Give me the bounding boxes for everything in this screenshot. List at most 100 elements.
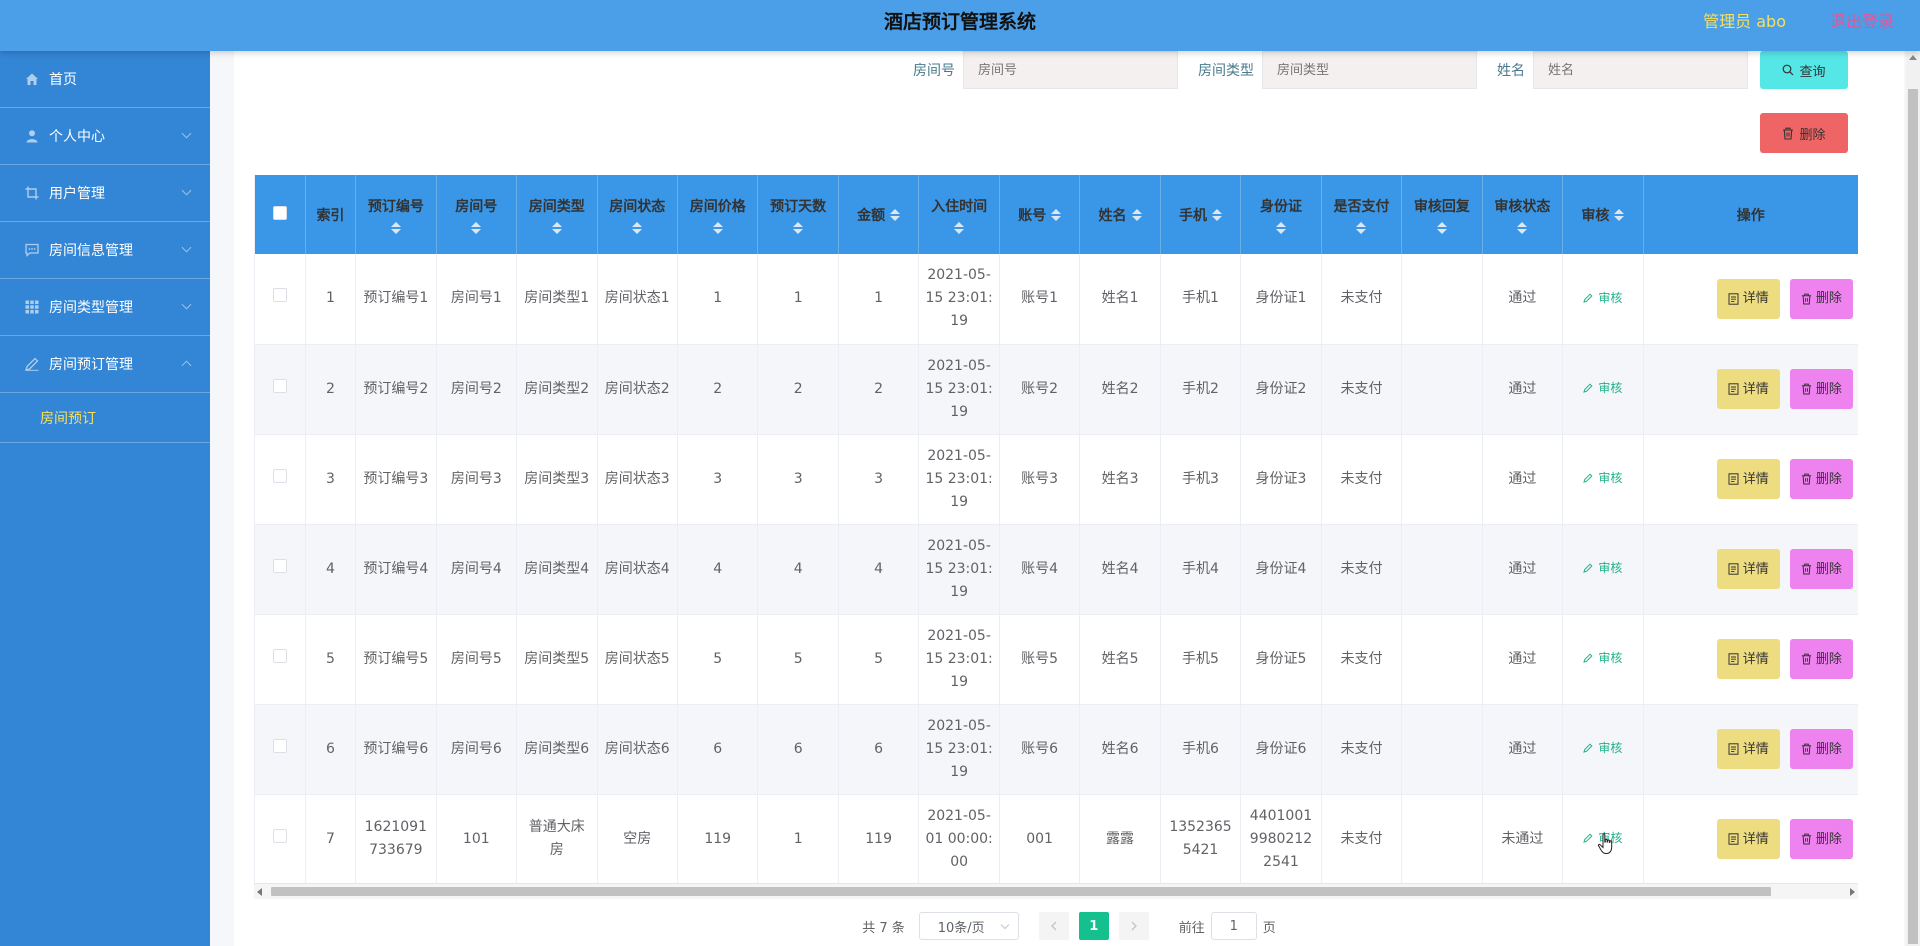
column-header[interactable]: 房间号 [436, 175, 518, 254]
row-select-cell[interactable] [255, 524, 306, 615]
detail-button[interactable]: 详情 [1716, 278, 1780, 319]
sidebar-item-home[interactable]: 首页 [0, 51, 210, 108]
sort-icon[interactable] [1051, 208, 1062, 221]
table-row[interactable]: 4 预订编号4 房间号4 房间类型4 房间状态4 4 4 4 2021-05-15 23:01:… [255, 524, 1858, 615]
page-vertical-scrollbar[interactable] [1906, 51, 1920, 946]
detail-button[interactable]: 详情 [1716, 639, 1780, 679]
scroll-right-arrow-icon[interactable] [1850, 888, 1855, 896]
sidebar-subitem-room-booking[interactable]: 房间预订 [0, 393, 210, 443]
batch-delete-button[interactable]: 删除 [1760, 113, 1848, 153]
column-header[interactable]: 入住时间 [918, 175, 1000, 254]
sort-icon[interactable] [632, 221, 643, 234]
sort-icon[interactable] [1131, 208, 1142, 221]
table-row[interactable]: 7 1621091733679 101 普通大床房 空房 119 1 119 2021-05-0… [255, 794, 1858, 885]
column-header[interactable]: 是否支付 [1321, 175, 1403, 254]
column-header[interactable]: 房间类型 [516, 175, 598, 254]
table-row[interactable]: 3 预订编号3 房间号3 房间类型3 房间状态3 3 3 3 2021-05-15 23:01:… [255, 434, 1858, 525]
sort-icon[interactable] [1212, 208, 1223, 221]
sort-icon[interactable] [1517, 221, 1528, 234]
column-header[interactable]: 账号 [999, 175, 1081, 254]
row-delete-button[interactable]: 删除 [1789, 278, 1853, 319]
scroll-left-arrow-icon[interactable] [257, 888, 262, 896]
detail-button[interactable]: 详情 [1716, 459, 1780, 499]
column-header[interactable]: 姓名 [1079, 175, 1161, 254]
row-checkbox[interactable] [272, 648, 287, 663]
sort-icon[interactable] [1275, 221, 1286, 234]
scrollbar-thumb[interactable] [1908, 89, 1918, 944]
column-header[interactable]: 金额 [838, 175, 920, 254]
audit-link[interactable]: 审核 [1583, 287, 1622, 310]
scroll-up-arrow-icon[interactable] [1909, 55, 1917, 60]
row-checkbox[interactable] [272, 828, 287, 843]
table-row[interactable]: 2 预订编号2 房间号2 房间类型2 房间状态2 2 2 2 2021-05-15 23:01:… [255, 344, 1858, 435]
sort-icon[interactable] [1614, 208, 1625, 221]
sort-icon[interactable] [551, 221, 562, 234]
column-header[interactable]: 房间状态 [597, 175, 678, 254]
detail-button[interactable]: 详情 [1716, 729, 1780, 769]
name-input[interactable] [1533, 51, 1748, 89]
row-checkbox[interactable] [272, 558, 287, 573]
page-size-select[interactable]: 10条/页 [918, 912, 1019, 940]
sort-icon[interactable] [471, 221, 482, 234]
room-no-input[interactable] [963, 51, 1178, 89]
audit-link[interactable]: 审核 [1583, 377, 1622, 400]
sort-icon[interactable] [890, 208, 901, 221]
sort-icon[interactable] [1356, 221, 1367, 234]
column-header[interactable]: 审核状态 [1482, 175, 1564, 254]
table-horizontal-scrollbar[interactable] [254, 883, 1858, 899]
column-header[interactable]: 审核回复 [1401, 175, 1483, 254]
sort-icon[interactable] [1436, 221, 1447, 234]
audit-link[interactable]: 审核 [1583, 557, 1622, 580]
row-select-cell[interactable] [255, 434, 306, 525]
table-row[interactable]: 1 预订编号1 房间号1 房间类型1 房间状态1 1 1 1 2021-05-15 23:01:… [255, 254, 1858, 345]
query-button[interactable]: 查询 [1760, 51, 1848, 89]
audit-link[interactable]: 审核 [1583, 467, 1622, 490]
row-select-cell[interactable] [255, 254, 306, 345]
room-type-input[interactable] [1262, 51, 1477, 89]
prev-page-button[interactable] [1038, 912, 1069, 940]
sidebar-item-profile[interactable]: 个人中心 [0, 108, 210, 165]
detail-button[interactable]: 详情 [1716, 549, 1780, 589]
next-page-button[interactable] [1118, 912, 1149, 940]
row-select-cell[interactable] [255, 344, 306, 435]
column-header[interactable]: 审核 [1562, 175, 1644, 254]
row-select-cell[interactable] [255, 614, 306, 705]
row-delete-button[interactable]: 删除 [1789, 729, 1853, 769]
select-all-checkbox[interactable] [272, 205, 287, 220]
sort-icon[interactable] [712, 221, 723, 234]
page-number-current[interactable]: 1 [1078, 912, 1109, 940]
row-checkbox[interactable] [272, 288, 287, 303]
sidebar-item-room-info[interactable]: 房间信息管理 [0, 222, 210, 279]
sort-icon[interactable] [954, 221, 965, 234]
column-header[interactable]: 预订天数 [757, 175, 839, 254]
sort-icon[interactable] [390, 221, 401, 234]
column-header[interactable]: 房间价格 [677, 175, 759, 254]
row-delete-button[interactable]: 删除 [1789, 369, 1853, 409]
row-delete-button[interactable]: 删除 [1789, 459, 1853, 499]
column-header[interactable]: 预订编号 [355, 175, 437, 254]
row-delete-button[interactable]: 删除 [1789, 549, 1853, 589]
column-header[interactable]: 手机 [1160, 175, 1242, 254]
row-delete-button[interactable]: 删除 [1789, 819, 1853, 859]
table-row[interactable]: 6 预订编号6 房间号6 房间类型6 房间状态6 6 6 6 2021-05-15 23:01:… [255, 704, 1858, 795]
sidebar-item-users[interactable]: 用户管理 [0, 165, 210, 222]
row-delete-button[interactable]: 删除 [1789, 639, 1853, 679]
table-row[interactable]: 5 预订编号5 房间号5 房间类型5 房间状态5 5 5 5 2021-05-15 23:01:… [255, 614, 1858, 705]
row-select-cell[interactable] [255, 704, 306, 795]
audit-link[interactable]: 审核 [1583, 737, 1622, 760]
select-all-cell[interactable] [255, 175, 306, 254]
row-select-cell[interactable] [255, 794, 306, 885]
goto-page-input[interactable] [1210, 912, 1257, 940]
sidebar-item-booking[interactable]: 房间预订管理 [0, 336, 210, 393]
row-checkbox[interactable] [272, 738, 287, 753]
row-checkbox[interactable] [272, 378, 287, 393]
detail-button[interactable]: 详情 [1716, 369, 1780, 409]
logout-link[interactable]: 退出登录 [1830, 0, 1894, 44]
row-checkbox[interactable] [272, 468, 287, 483]
sidebar-item-room-type[interactable]: 房间类型管理 [0, 279, 210, 336]
sort-icon[interactable] [793, 221, 804, 234]
scrollbar-thumb[interactable] [271, 887, 1771, 896]
audit-link[interactable]: 审核 [1583, 647, 1622, 670]
column-header[interactable]: 身份证 [1240, 175, 1322, 254]
detail-button[interactable]: 详情 [1716, 819, 1780, 859]
